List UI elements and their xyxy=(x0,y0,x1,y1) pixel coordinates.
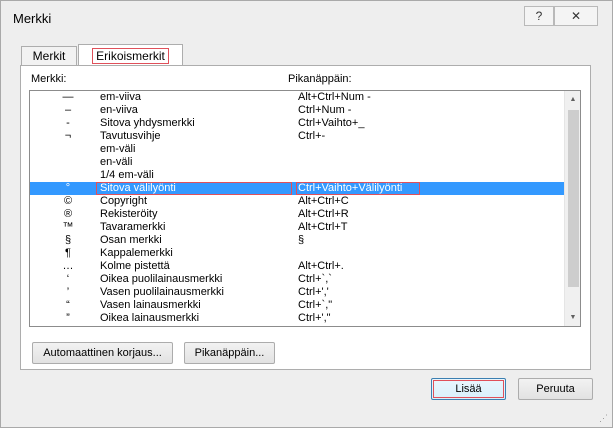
row-name: em-väli xyxy=(100,143,136,155)
row-name: Vasen puolilainausmerkki xyxy=(100,286,224,298)
close-icon: ✕ xyxy=(570,9,582,23)
special-characters-list[interactable]: — em-viiva Alt+Ctrl+Num - – en-viiva Ctrl+Num… xyxy=(29,90,581,327)
list-row[interactable]: ° Sitova välilyönti Ctrl+Vaihto+Välilyönti xyxy=(30,182,564,195)
shortcut-key-button-label: Pikanäppäin... xyxy=(194,347,265,359)
list-row[interactable]: ™ Tavaramerkki Alt+Ctrl+T xyxy=(30,221,564,234)
row-shortcut: Ctrl+Num - xyxy=(298,104,352,116)
list-row[interactable]: - Sitova yhdysmerkki Ctrl+Vaihto+_ xyxy=(30,117,564,130)
row-character: — xyxy=(62,91,74,103)
row-character: … xyxy=(62,260,74,272)
row-shortcut: Alt+Ctrl+T xyxy=(298,221,348,233)
column-header-character: Merkki: xyxy=(31,73,67,85)
row-name: Copyright xyxy=(100,195,148,207)
row-name: em-viiva xyxy=(100,91,141,103)
list-rows: — em-viiva Alt+Ctrl+Num - – en-viiva Ctrl+Num… xyxy=(30,91,564,325)
row-name: en-viiva xyxy=(100,104,138,116)
row-character: © xyxy=(63,195,73,207)
row-name: 1/4 em-väli xyxy=(100,169,154,181)
vertical-scrollbar[interactable]: ▲ ▼ xyxy=(564,91,580,326)
row-character: “ xyxy=(66,299,70,311)
insert-button-label: Lisää xyxy=(433,380,504,398)
row-shortcut: Ctrl+`," xyxy=(298,299,333,311)
help-icon: ? xyxy=(535,9,543,23)
selected-name-outline xyxy=(96,182,292,195)
list-row[interactable]: – en-viiva Ctrl+Num - xyxy=(30,104,564,117)
resize-grip-icon[interactable]: ⋰ xyxy=(599,414,608,423)
row-character: ¶ xyxy=(65,247,71,259)
row-character: ® xyxy=(63,208,73,220)
scroll-up-icon[interactable]: ▲ xyxy=(565,91,580,108)
row-name: Kappalemerkki xyxy=(100,247,173,259)
column-header-shortcut: Pikanäppäin: xyxy=(288,73,352,85)
list-row[interactable]: — em-viiva Alt+Ctrl+Num - xyxy=(30,91,564,104)
title-bar[interactable]: Merkki ? ✕ xyxy=(1,1,612,35)
row-shortcut: § xyxy=(298,234,305,246)
list-row[interactable]: © Copyright Alt+Ctrl+C xyxy=(30,195,564,208)
row-name: Tavaramerkki xyxy=(100,221,166,233)
autocorrect-button-label: Automaattinen korjaus... xyxy=(43,347,162,359)
row-name: Rekisteröity xyxy=(100,208,158,220)
list-row[interactable]: ” Oikea lainausmerkki Ctrl+'," xyxy=(30,312,564,325)
close-button[interactable]: ✕ xyxy=(554,6,598,26)
list-row[interactable]: … Kolme pistettä Alt+Ctrl+. xyxy=(30,260,564,273)
row-name: Oikea lainausmerkki xyxy=(100,312,200,324)
row-character: ¬ xyxy=(64,130,72,142)
row-shortcut: Alt+Ctrl+C xyxy=(298,195,349,207)
tab-erikoismerkit[interactable]: Erikoismerkit xyxy=(78,44,183,66)
row-character: ° xyxy=(65,182,71,194)
row-character: § xyxy=(64,234,72,246)
row-shortcut: Ctrl+- xyxy=(298,130,326,142)
row-character: ’ xyxy=(66,286,70,298)
list-row[interactable]: ® Rekisteröity Alt+Ctrl+R xyxy=(30,208,564,221)
row-name: Vasen lainausmerkki xyxy=(100,299,201,311)
shortcut-key-button[interactable]: Pikanäppäin... xyxy=(184,342,275,364)
scrollbar-thumb[interactable] xyxy=(568,110,579,287)
row-shortcut: Alt+Ctrl+R xyxy=(298,208,349,220)
cancel-button-label: Peruuta xyxy=(536,383,575,395)
row-shortcut: Ctrl+'," xyxy=(298,312,331,324)
row-character: - xyxy=(66,117,70,129)
autocorrect-button[interactable]: Automaattinen korjaus... xyxy=(32,342,173,364)
row-character: – xyxy=(64,104,72,116)
list-row[interactable]: “ Vasen lainausmerkki Ctrl+`," xyxy=(30,299,564,312)
row-name: Oikea puolilainausmerkki xyxy=(100,273,223,285)
row-shortcut: Ctrl+',' xyxy=(298,286,329,298)
list-row[interactable]: en-väli xyxy=(30,156,564,169)
insert-button[interactable]: Lisää xyxy=(431,378,506,400)
list-row[interactable]: 1/4 em-väli xyxy=(30,169,564,182)
row-name: Tavutusvihje xyxy=(100,130,161,142)
special-characters-dialog: Merkki ? ✕ Merkit Erikoismerkit Merkki: … xyxy=(0,0,613,428)
list-row[interactable]: § Osan merkki § xyxy=(30,234,564,247)
help-button[interactable]: ? xyxy=(524,6,554,26)
row-character: ” xyxy=(66,312,70,324)
row-name: en-väli xyxy=(100,156,133,168)
row-shortcut: Alt+Ctrl+. xyxy=(298,260,344,272)
tab-merkit[interactable]: Merkit xyxy=(21,46,77,65)
list-row[interactable]: em-väli xyxy=(30,143,564,156)
row-shortcut: Alt+Ctrl+Num - xyxy=(298,91,371,103)
row-character: ‘ xyxy=(66,273,70,285)
row-name: Kolme pistettä xyxy=(100,260,170,272)
row-name: Osan merkki xyxy=(100,234,162,246)
row-shortcut: Ctrl+`,` xyxy=(298,273,332,285)
scroll-down-icon[interactable]: ▼ xyxy=(565,309,580,326)
row-character: ™ xyxy=(62,221,74,233)
dialog-title: Merkki xyxy=(13,11,52,26)
tab-erikoismerkit-label: Erikoismerkit xyxy=(92,47,169,64)
list-row[interactable]: ’ Vasen puolilainausmerkki Ctrl+',' xyxy=(30,286,564,299)
selected-shortcut-outline xyxy=(296,182,420,195)
row-name: Sitova yhdysmerkki xyxy=(100,117,195,129)
row-shortcut: Ctrl+Vaihto+_ xyxy=(298,117,365,129)
list-row[interactable]: ¶ Kappalemerkki xyxy=(30,247,564,260)
tab-merkit-label: Merkit xyxy=(32,49,66,63)
cancel-button[interactable]: Peruuta xyxy=(518,378,593,400)
list-row[interactable]: ¬ Tavutusvihje Ctrl+- xyxy=(30,130,564,143)
list-row[interactable]: ‘ Oikea puolilainausmerkki Ctrl+`,` xyxy=(30,273,564,286)
